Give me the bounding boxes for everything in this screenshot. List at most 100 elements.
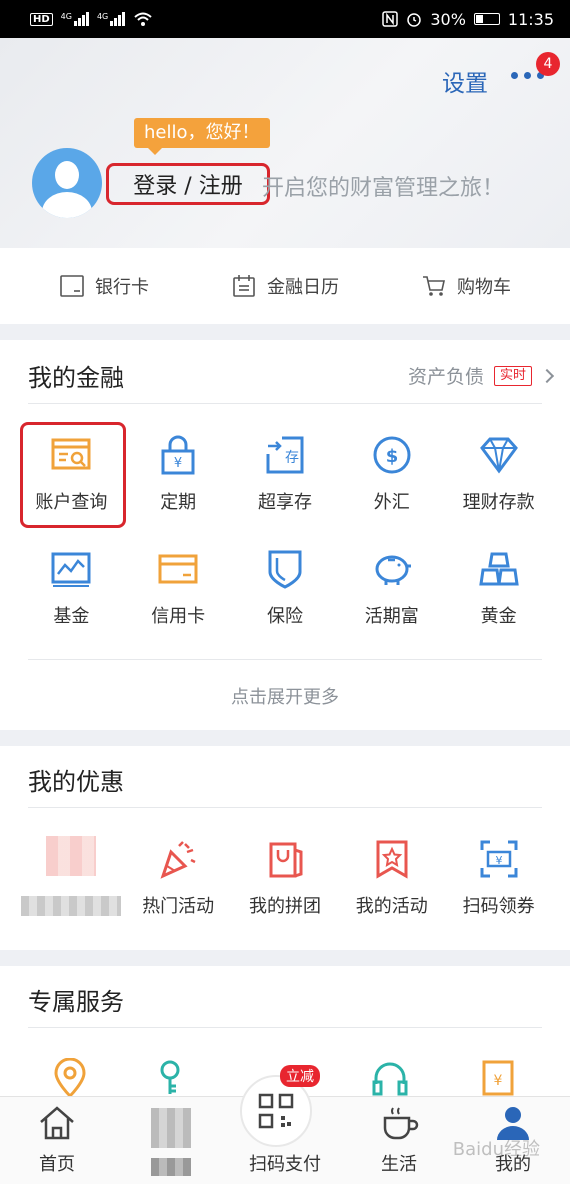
key-icon[interactable] [156, 1058, 196, 1098]
offer-item-label: 我的拼团 [248, 896, 321, 917]
nav-scan-pay[interactable]: 立减 扫码支付 [228, 1065, 342, 1184]
scan-pay-button[interactable]: 立减 [240, 1065, 320, 1147]
bank-card-icon [60, 275, 84, 297]
star-flag-icon [376, 840, 408, 879]
finance-item-forex[interactable]: $ 外汇 [338, 424, 445, 538]
finance-item-label: 保险 [266, 606, 303, 627]
party-popper-icon [160, 841, 196, 879]
finance-item-gold[interactable]: 黄金 [445, 538, 552, 652]
realtime-tag: 实时 [493, 365, 532, 386]
profile-header: 设置 4 hello，您好！ 登录 / 注册 开启您的财富管理之旅！ [0, 38, 570, 248]
avatar[interactable] [32, 148, 102, 218]
offer-item-scan-coupon[interactable]: ¥ 扫码领券 [445, 828, 552, 942]
quick-item-calendar[interactable]: 金融日历 [231, 273, 339, 299]
more-menu-icon[interactable] [511, 72, 544, 79]
offer-item-label: 扫码领券 [462, 896, 535, 917]
finance-item-label: 信用卡 [151, 606, 206, 627]
finance-item-fund[interactable]: 基金 [18, 538, 125, 652]
offer-item-blurred[interactable] [18, 828, 125, 942]
divider [28, 659, 542, 660]
finance-item-label: 定期 [160, 492, 197, 513]
credit-card-icon [158, 554, 198, 584]
blurred-icon [151, 1108, 191, 1148]
battery-percent: 30% [430, 9, 466, 29]
scan-coupon-icon: ¥ [480, 840, 518, 878]
offer-item-my-activities[interactable]: 我的活动 [338, 828, 445, 942]
finance-item-credit-card[interactable]: 信用卡 [125, 538, 232, 652]
svg-text:$: $ [386, 446, 399, 467]
blurred-label [21, 896, 122, 916]
offer-item-hot-activities[interactable]: 热门活动 [125, 828, 232, 942]
cart-icon [423, 276, 445, 296]
finance-item-label: 理财存款 [462, 492, 535, 513]
settings-link[interactable]: 设置 [442, 64, 488, 98]
finance-item-label: 基金 [53, 606, 90, 627]
dollar-icon: $ [373, 436, 411, 474]
nfc-icon [382, 11, 399, 27]
svg-text:存: 存 [285, 450, 299, 466]
finance-item-current-rich[interactable]: 活期富 [338, 538, 445, 652]
shopping-bag-icon [269, 842, 303, 878]
quick-item-cart[interactable]: 购物车 [421, 273, 511, 299]
quick-item-label: 购物车 [457, 277, 511, 298]
hello-bubble: hello，您好！ [134, 118, 270, 155]
qr-code-icon [258, 1093, 294, 1129]
quick-item-label: 银行卡 [95, 277, 149, 298]
offers-grid: 热门活动 我的拼团 我的活动 ¥ 扫码领券 [18, 828, 552, 942]
finance-grid: 账户查询 ¥ 定期 存 超享存 $ 外汇 理财存款 基金 信用卡 保险 活期富 … [18, 422, 552, 652]
diamond-icon [479, 437, 518, 474]
slogan-text: 开启您的财富管理之旅！ [262, 176, 505, 201]
finance-item-super-deposit[interactable]: 存 超享存 [232, 424, 339, 538]
clock: 11:35 [507, 9, 554, 29]
shield-icon [268, 550, 302, 589]
login-register-button[interactable]: 登录 / 注册 [106, 163, 270, 205]
divider [28, 1027, 542, 1028]
lock-icon: ¥ [161, 435, 195, 475]
quick-item-bank-card[interactable]: 银行卡 [59, 273, 149, 299]
bill-icon[interactable]: ¥ [478, 1058, 518, 1098]
wifi-icon [134, 12, 152, 26]
finance-item-wealth-deposit[interactable]: 理财存款 [445, 424, 552, 538]
assets-liabilities-link[interactable]: 资产负债 实时 [408, 362, 555, 389]
status-bar: HD 4G 4G 30% 11:35 [0, 0, 570, 38]
blurred-label [151, 1158, 191, 1176]
expand-more-button[interactable]: 点击展开更多 [0, 683, 570, 709]
nav-blurred[interactable] [114, 1097, 228, 1184]
deposit-icon: 存 [266, 436, 304, 474]
svg-text:¥: ¥ [494, 1073, 503, 1089]
blurred-icon [46, 836, 97, 876]
coffee-cup-icon [383, 1107, 419, 1140]
divider [28, 403, 542, 404]
instant-discount-badge: 立减 [280, 1065, 320, 1087]
signal-icon: 4G [61, 12, 89, 26]
location-pin-icon[interactable] [50, 1058, 90, 1098]
finance-item-fixed-term[interactable]: ¥ 定期 [125, 424, 232, 538]
hd-indicator: HD [30, 12, 53, 26]
offer-item-my-group[interactable]: 我的拼团 [232, 828, 339, 942]
section-title: 专属服务 [28, 988, 124, 1016]
offer-item-label: 热门活动 [142, 896, 215, 917]
divider [28, 807, 542, 808]
nav-label: 首页 [39, 1154, 75, 1175]
quick-item-label: 金融日历 [267, 277, 339, 298]
finance-item-insurance[interactable]: 保险 [232, 538, 339, 652]
watermark: Baidu经验 [452, 1139, 540, 1160]
battery-icon [473, 13, 500, 25]
gold-bars-icon [478, 552, 519, 586]
offer-item-label: 我的活动 [355, 896, 428, 917]
nav-label: 扫码支付 [249, 1154, 321, 1175]
fund-chart-icon [51, 552, 91, 587]
svg-text:¥: ¥ [495, 854, 502, 867]
nav-home[interactable]: 首页 [0, 1097, 114, 1184]
notification-badge: 4 [536, 52, 560, 76]
section-title: 我的金融 [28, 364, 124, 392]
svg-text:¥: ¥ [174, 456, 182, 471]
alarm-icon [407, 13, 422, 27]
home-icon [40, 1106, 74, 1140]
nav-life[interactable]: 生活 [342, 1097, 456, 1184]
section-title: 我的优惠 [28, 768, 124, 796]
headset-icon[interactable] [370, 1058, 410, 1098]
my-offers-card: 我的优惠 热门活动 我的拼团 我的活动 ¥ 扫码领券 [0, 746, 570, 950]
finance-item-label: 外汇 [373, 492, 410, 513]
finance-item-account-query[interactable]: 账户查询 [18, 422, 126, 538]
